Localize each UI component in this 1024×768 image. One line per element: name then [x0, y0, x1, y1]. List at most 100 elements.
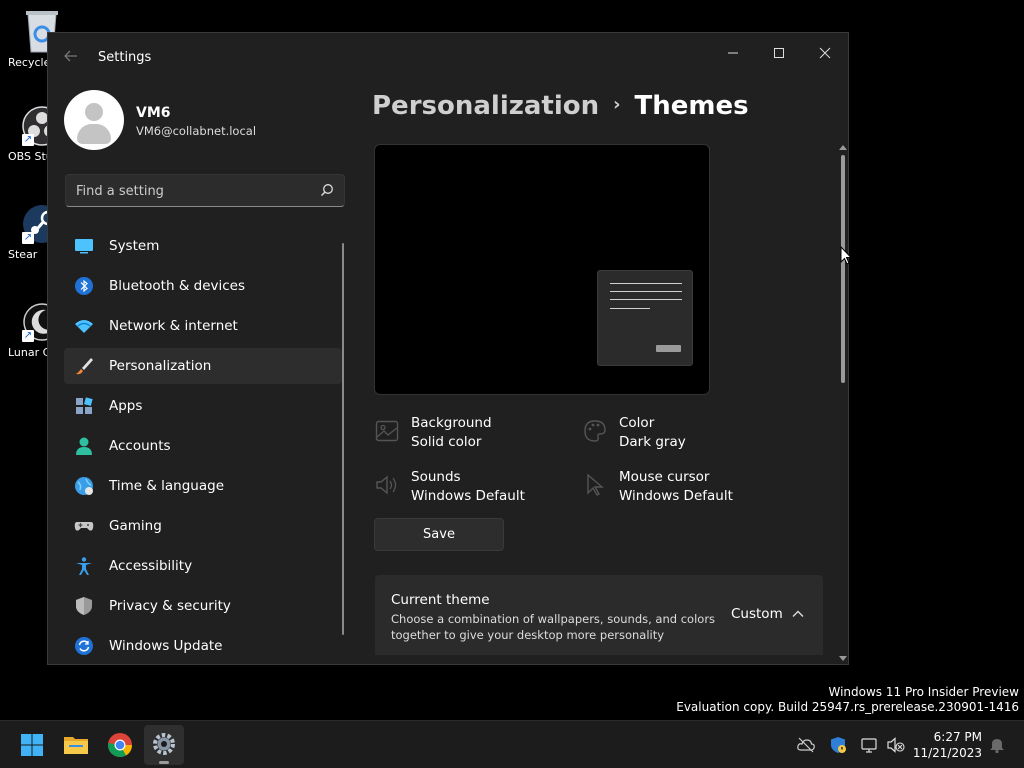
title-bar[interactable]: Settings	[48, 33, 848, 81]
sidebar-item-label: Privacy & security	[109, 598, 231, 614]
chevron-up-icon[interactable]	[791, 607, 805, 621]
background-setting[interactable]: Background Solid color	[375, 415, 575, 455]
sounds-title: Sounds	[411, 469, 461, 485]
sidebar-nav: System Bluetooth & devices Network & int…	[64, 228, 342, 664]
sidebar-item-label: Apps	[109, 398, 143, 414]
speaker-icon	[376, 475, 397, 495]
onedrive-offline-icon[interactable]	[797, 736, 815, 754]
shortcut-arrow-icon: ↗	[22, 134, 34, 146]
sidebar-item-label: Gaming	[109, 518, 162, 534]
breadcrumb-chevron-icon: ›	[613, 94, 621, 115]
background-value: Solid color	[411, 434, 482, 450]
accessibility-icon	[76, 557, 92, 575]
scroll-down-arrow-icon[interactable]	[838, 655, 848, 663]
windows-logo-icon	[21, 734, 43, 756]
mouse-cursor-title: Mouse cursor	[619, 469, 710, 485]
settings-taskbar-button[interactable]	[144, 725, 184, 765]
watermark-build: Evaluation copy. Build 25947.rs_prerelea…	[676, 700, 1019, 714]
theme-preview	[374, 144, 710, 395]
shortcut-arrow-icon: ↗	[22, 330, 34, 342]
sidebar-item-windows-update[interactable]: Windows Update	[64, 628, 342, 664]
globe-clock-icon	[75, 477, 93, 495]
sync-icon	[75, 637, 93, 655]
windows-security-icon[interactable]	[829, 736, 847, 754]
sidebar-item-bluetooth-devices[interactable]: Bluetooth & devices	[64, 268, 342, 304]
sidebar-item-label: Accounts	[109, 438, 171, 454]
sounds-setting[interactable]: Sounds Windows Default	[375, 469, 575, 509]
clock-time: 6:27 PM	[933, 730, 982, 744]
sidebar-item-personalization[interactable]: Personalization	[64, 348, 342, 384]
breadcrumb-parent[interactable]: Personalization	[372, 91, 599, 121]
mouse-cursor-value: Windows Default	[619, 488, 733, 504]
close-icon	[819, 47, 831, 59]
back-button[interactable]	[60, 47, 82, 67]
user-name: VM6	[136, 105, 171, 121]
breadcrumb: Personalization › Themes	[372, 91, 749, 121]
current-theme-value: Custom	[731, 606, 783, 622]
sidebar-item-label: Personalization	[109, 358, 212, 374]
file-explorer-button[interactable]	[56, 725, 96, 765]
sidebar-item-label: Accessibility	[109, 558, 193, 574]
palette-icon	[584, 420, 606, 442]
paintbrush-icon	[76, 358, 93, 375]
sidebar-item-accessibility[interactable]: Accessibility	[64, 548, 342, 584]
wifi-icon	[75, 320, 93, 333]
current-theme-title: Current theme	[391, 592, 490, 608]
sidebar-item-time-language[interactable]: Time & language	[64, 468, 342, 504]
scrollbar-thumb[interactable]	[841, 155, 845, 383]
scroll-up-arrow-icon[interactable]	[838, 143, 848, 151]
sidebar-item-apps[interactable]: Apps	[64, 388, 342, 424]
gear-icon	[153, 733, 175, 755]
sidebar-item-label: System	[109, 238, 160, 254]
sidebar-item-label: Time & language	[109, 478, 225, 494]
sidebar-scrollbar[interactable]	[342, 243, 344, 635]
preview-button-shape	[656, 345, 681, 352]
start-button[interactable]	[12, 725, 52, 765]
chrome-icon	[108, 733, 132, 758]
gamepad-icon	[74, 522, 94, 531]
chrome-button[interactable]	[100, 725, 140, 765]
maximize-icon	[774, 48, 784, 58]
avatar-head-icon	[85, 103, 103, 121]
notification-bell-icon[interactable]	[988, 736, 1006, 754]
sidebar-item-gaming[interactable]: Gaming	[64, 508, 342, 544]
taskbar: 6:27 PM 11/21/2023	[0, 720, 1024, 768]
current-theme-description: Choose a combination of wallpapers, soun…	[391, 612, 716, 642]
app-title: Settings	[98, 50, 152, 65]
search-icon[interactable]	[320, 183, 334, 197]
user-email: VM6@collabnet.local	[136, 124, 257, 138]
sidebar-item-privacy-security[interactable]: Privacy & security	[64, 588, 342, 624]
sidebar-item-label: Windows Update	[109, 638, 223, 654]
sidebar-item-accounts[interactable]: Accounts	[64, 428, 342, 464]
avatar[interactable]	[64, 90, 124, 150]
clock-date: 11/21/2023	[912, 746, 982, 760]
save-button[interactable]: Save	[374, 518, 504, 551]
mouse-cursor-setting[interactable]: Mouse cursor Windows Default	[583, 469, 783, 509]
image-icon	[375, 420, 399, 442]
avatar-body-icon	[77, 124, 111, 144]
color-setting[interactable]: Color Dark gray	[583, 415, 783, 455]
background-title: Background	[411, 415, 492, 431]
sidebar-item-system[interactable]: System	[64, 228, 342, 264]
bluetooth-icon	[75, 277, 93, 295]
sidebar-item-network-internet[interactable]: Network & internet	[64, 308, 342, 344]
active-app-indicator	[159, 761, 169, 764]
color-title: Color	[619, 415, 655, 431]
minimize-button[interactable]	[710, 39, 756, 69]
system-clock[interactable]: 6:27 PM 11/21/2023	[910, 729, 982, 761]
network-icon[interactable]	[861, 736, 879, 754]
close-button[interactable]	[802, 39, 848, 69]
search-box[interactable]	[65, 174, 345, 207]
mouse-cursor-icon	[840, 246, 852, 265]
current-theme-card[interactable]: Current theme Choose a combination of wa…	[375, 575, 823, 655]
sounds-value: Windows Default	[411, 488, 525, 504]
main-scrollbar[interactable]	[838, 143, 848, 663]
apps-icon	[76, 397, 93, 414]
maximize-button[interactable]	[756, 39, 802, 69]
back-arrow-icon	[64, 50, 77, 62]
monitor-icon	[75, 239, 93, 254]
search-input[interactable]	[76, 181, 306, 201]
folder-icon	[64, 737, 88, 754]
volume-muted-icon[interactable]	[887, 736, 905, 754]
settings-window: Settings VM6 VM6@collabnet.local System …	[47, 32, 849, 665]
